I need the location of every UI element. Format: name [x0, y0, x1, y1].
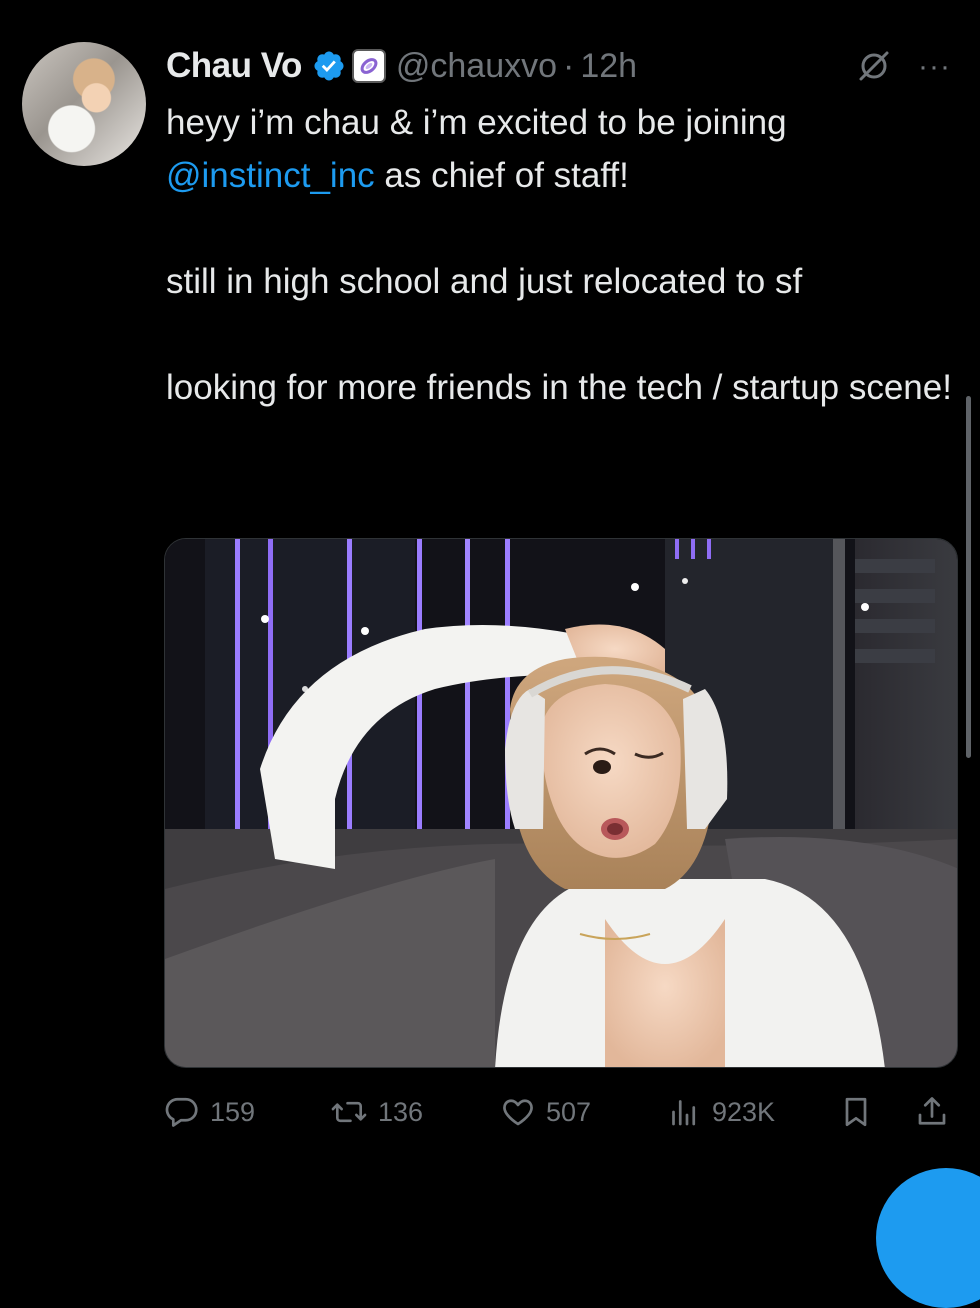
tweet-actions: 159 136 507 923K: [164, 1086, 958, 1138]
handle[interactable]: @chauxvo: [396, 47, 557, 86]
timestamp[interactable]: 12h: [580, 47, 637, 86]
tweet-text: heyy i’m chau & i’m excited to be joinin…: [166, 96, 956, 414]
tweet-text-line1-end: as chief of staff!: [374, 156, 629, 195]
compose-button[interactable]: [876, 1168, 980, 1308]
mention-link[interactable]: @instinct_inc: [166, 156, 375, 195]
grok-icon[interactable]: [856, 48, 892, 84]
reply-icon: [164, 1094, 200, 1130]
tweet[interactable]: Chau Vo @chauxvo · 12h ··· heyy i’m chau…: [0, 0, 980, 1308]
reply-button[interactable]: 159: [164, 1086, 255, 1138]
share-button[interactable]: [914, 1086, 950, 1138]
repost-count: 136: [378, 1096, 424, 1127]
reply-count: 159: [210, 1096, 256, 1127]
photo-image: [165, 539, 957, 1067]
views-button[interactable]: 923K: [666, 1086, 775, 1138]
tweet-text-line1: heyy i’m chau & i’m excited to be joinin…: [166, 103, 787, 142]
verified-badge-icon[interactable]: [312, 49, 346, 83]
avatar[interactable]: [22, 42, 146, 166]
repost-icon: [330, 1094, 368, 1130]
affiliate-org-icon[interactable]: [351, 49, 386, 83]
views-icon: [666, 1094, 702, 1130]
tweet-photo[interactable]: [164, 538, 958, 1068]
like-button[interactable]: 507: [500, 1086, 591, 1138]
repost-button[interactable]: 136: [330, 1086, 423, 1138]
more-icon[interactable]: ···: [918, 50, 951, 84]
tweet-paragraph-1: heyy i’m chau & i’m excited to be joinin…: [166, 96, 956, 202]
bookmark-icon: [838, 1094, 874, 1130]
display-name[interactable]: Chau Vo: [166, 46, 302, 86]
bookmark-button[interactable]: [838, 1086, 874, 1138]
like-count: 507: [546, 1096, 592, 1127]
separator: ·: [563, 46, 575, 85]
tweet-header: Chau Vo @chauxvo · 12h: [166, 44, 637, 88]
heart-icon: [500, 1094, 536, 1130]
scrollbar[interactable]: [966, 396, 971, 758]
share-icon: [914, 1094, 950, 1130]
tweet-paragraph-3: looking for more friends in the tech / s…: [166, 368, 952, 407]
tweet-paragraph-2: still in high school and just relocated …: [166, 262, 803, 301]
views-count: 923K: [712, 1096, 776, 1127]
